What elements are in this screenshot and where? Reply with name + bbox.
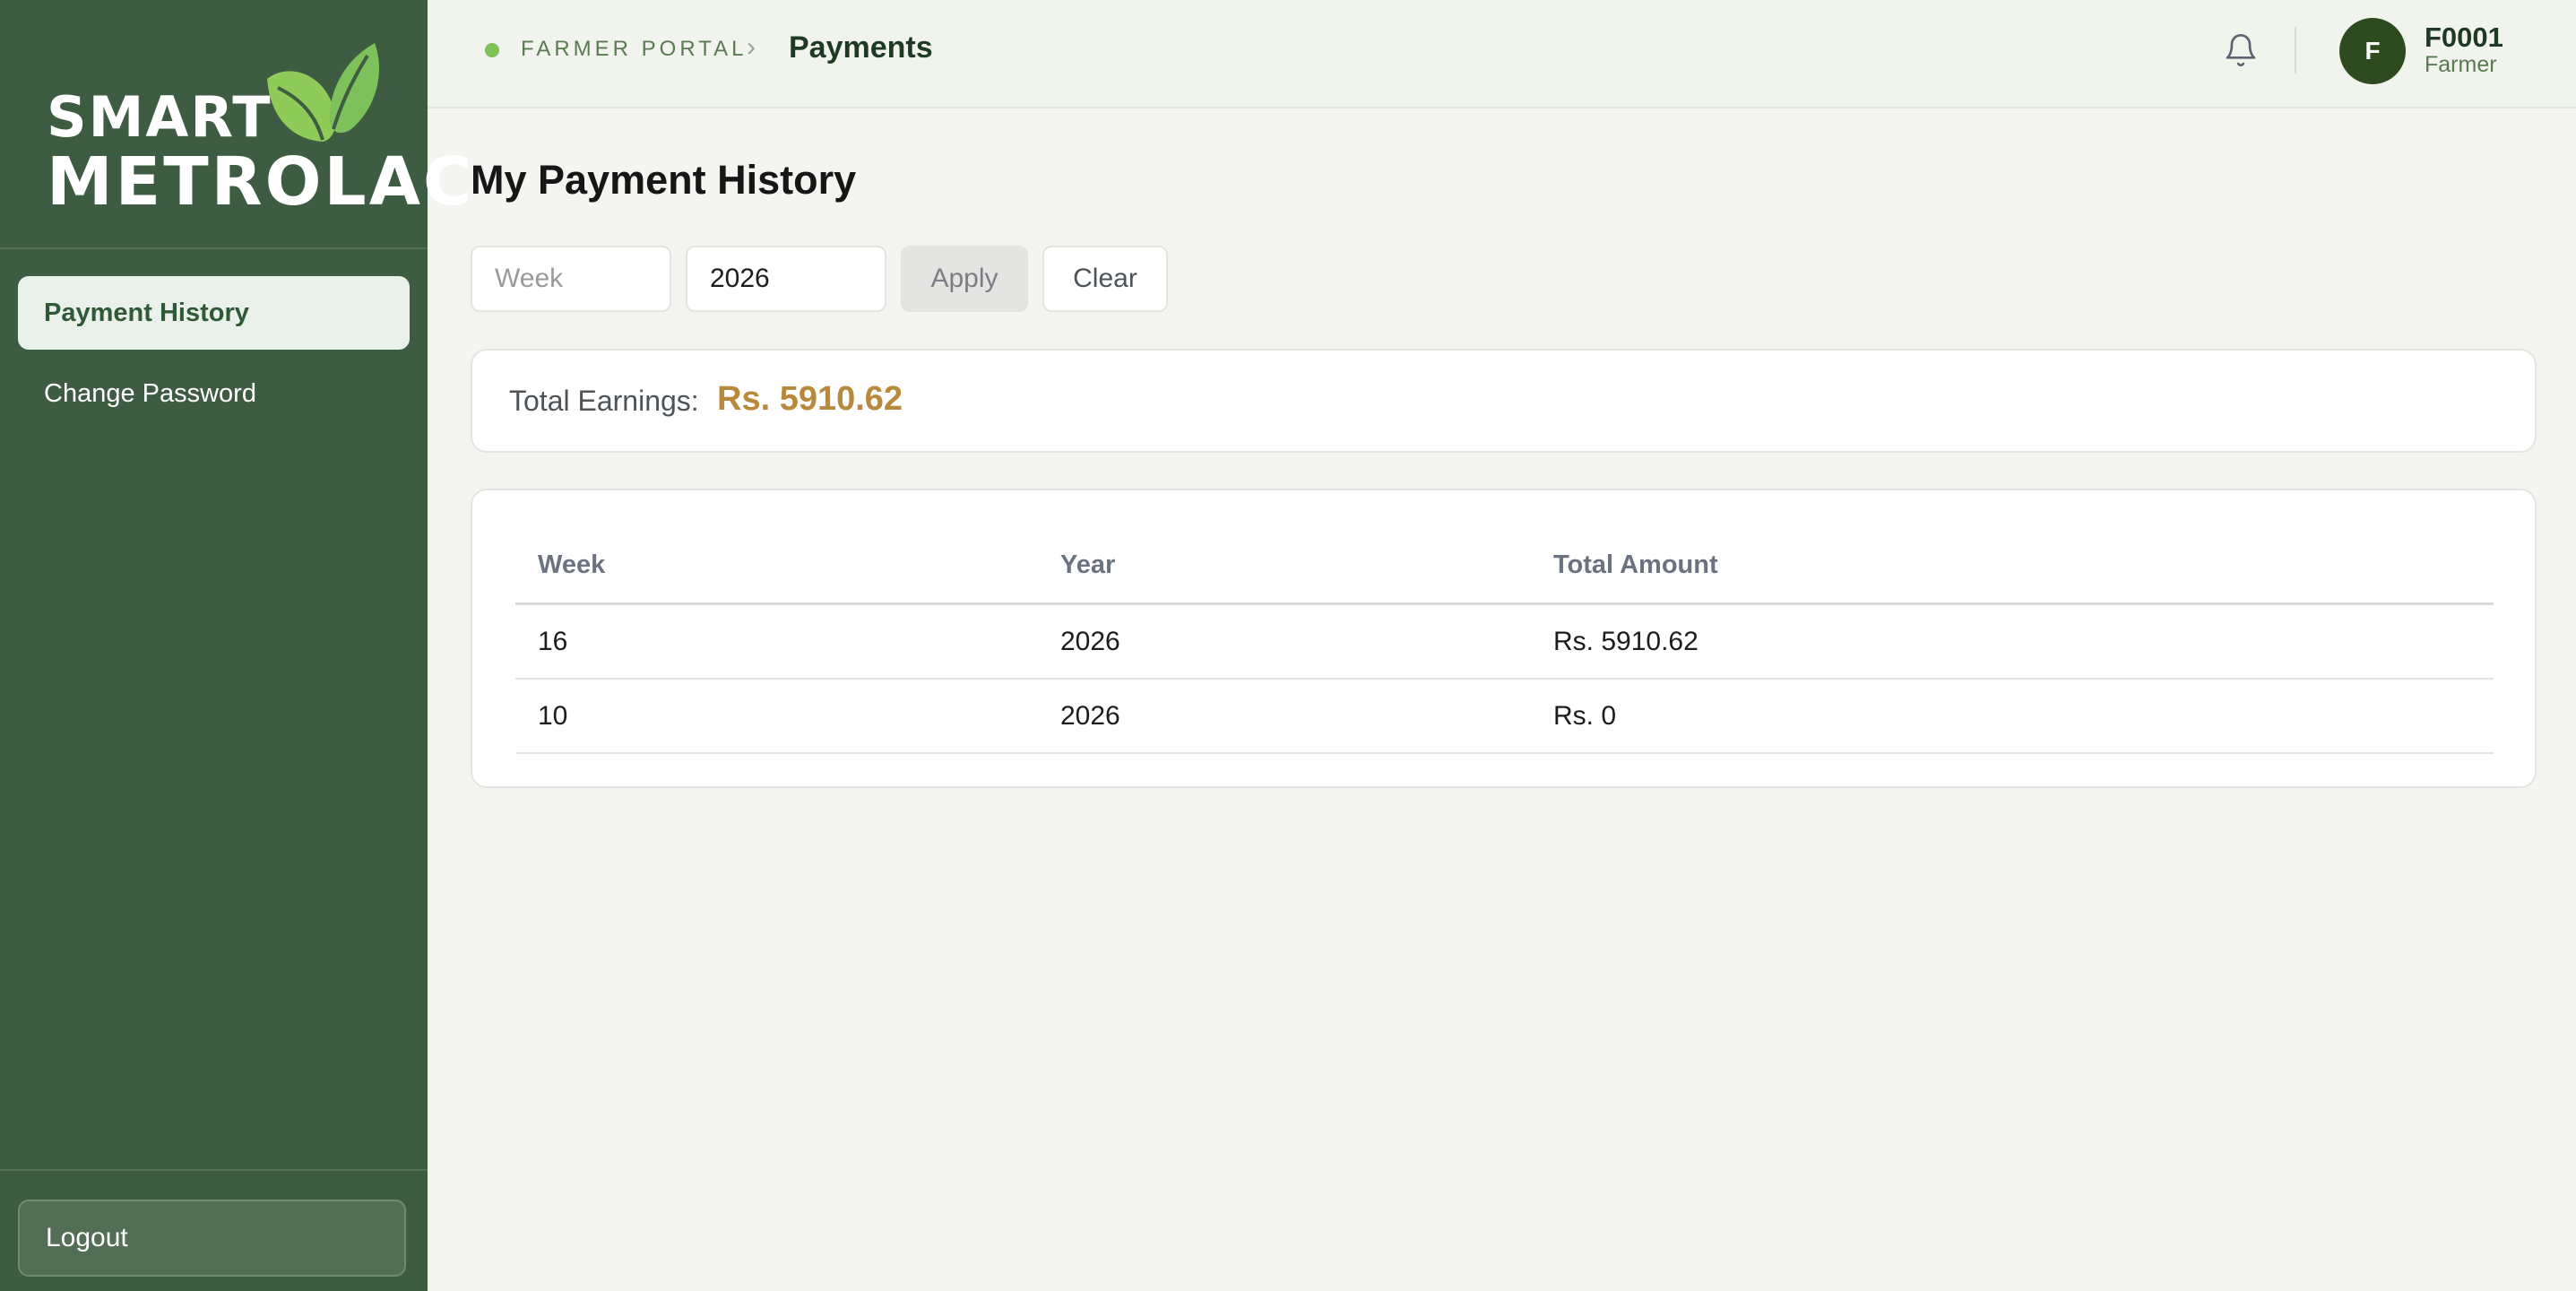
sidebar-item-label: Change Password [44,378,256,408]
bell-icon[interactable] [2223,32,2259,68]
clear-button[interactable]: Clear [1042,246,1168,312]
cell-total-amount: Rs. 5910.62 [1553,626,1699,656]
leaf-icon [267,43,379,142]
total-earnings-card: Total Earnings: Rs. 5910.62 [471,349,2537,453]
sidebar-footer: Logout [0,1169,428,1291]
column-header-year: Year [1060,550,1116,579]
table-header-row: Week Year Total Amount [515,528,2494,605]
breadcrumb-portal[interactable]: FARMER PORTAL [521,37,747,62]
divider [2295,27,2296,74]
sidebar-item-label: Payment History [44,298,249,327]
table-row: 16 2026 Rs. 5910.62 [515,605,2494,680]
status-dot [485,43,499,57]
week-input[interactable]: Week [471,246,671,312]
brand-line2: METROLAC [47,143,475,221]
cell-total-amount: Rs. 0 [1553,700,1617,731]
sidebar-nav: Payment History Change Password [0,249,428,430]
breadcrumb-current-page: Payments [789,30,933,65]
user-role: Farmer [2425,52,2497,77]
page-title: My Payment History [471,157,857,203]
year-input[interactable]: 2026 [686,246,886,312]
sidebar: SMART METROLAC Payment History Change Pa… [0,0,471,1291]
sidebar-item-payment-history[interactable]: Payment History [18,276,410,350]
cell-year: 2026 [1060,700,1120,731]
breadcrumb-chevron-icon: › [747,32,756,62]
cell-year: 2026 [1060,626,1120,656]
brand-logo[interactable]: SMART METROLAC [0,0,471,249]
top-bar: FARMER PORTAL › Payments F F0001 Farmer [428,0,2576,108]
column-header-total-amount: Total Amount [1553,550,1718,579]
table-row: 10 2026 Rs. 0 [515,680,2494,754]
cell-week: 10 [538,700,568,731]
avatar[interactable]: F [2339,18,2406,84]
sidebar-item-change-password[interactable]: Change Password [18,357,410,430]
user-id: F0001 [2425,22,2503,53]
payment-table: Week Year Total Amount 16 2026 Rs. 5910.… [515,528,2494,754]
total-earnings-label: Total Earnings: [509,385,699,417]
logout-button[interactable]: Logout [18,1200,406,1277]
cell-week: 16 [538,626,568,656]
apply-button[interactable]: Apply [901,246,1028,312]
payment-table-card: Week Year Total Amount 16 2026 Rs. 5910.… [471,489,2537,788]
total-earnings-value: Rs. 5910.62 [717,380,903,418]
column-header-week: Week [538,550,606,579]
